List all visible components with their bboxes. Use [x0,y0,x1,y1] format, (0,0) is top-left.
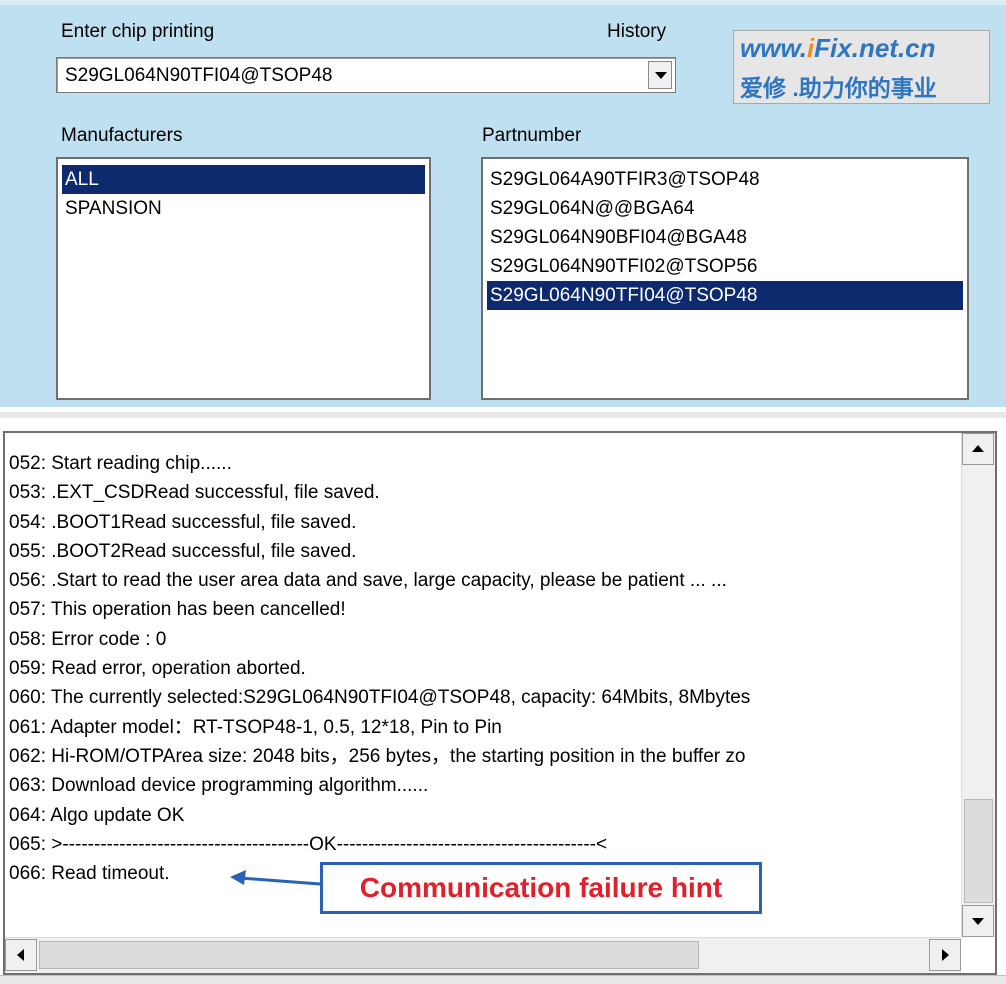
callout-text: Communication failure hint [359,872,723,903]
horizontal-scroll-thumb[interactable] [39,941,699,969]
chip-printing-combobox[interactable]: S29GL064N90TFI04@TSOP48 [56,57,676,93]
log-lines: 052: Start reading chip...... 053: .EXT_C… [9,449,962,888]
scroll-down-icon [972,918,984,925]
logo-url: www.iFix.net.cn [740,33,936,63]
partnumber-item[interactable]: S29GL064A90TFIR3@TSOP48 [487,165,963,194]
partnumber-item[interactable]: S29GL064N90BFI04@BGA48 [487,223,963,252]
log-line: 061: Adapter model：RT-TSOP48-1, 0.5, 12*… [9,716,502,738]
logo-tagline: 爱修 .助力你的事业 [740,75,937,101]
log-line: 058: Error code : 0 [9,628,167,650]
log-line: 052: Start reading chip...... [9,453,232,474]
scroll-up-icon [972,445,984,452]
chip-selection-panel: Enter chip printing History S29GL064N90T… [0,0,1006,407]
log-line: 057: This operation has been cancelled! [9,599,346,621]
log-line: 055: .BOOT2Read successful, file saved. [9,540,357,562]
scroll-left-button[interactable] [5,939,37,971]
panel-top-border [0,0,1006,5]
log-line: 063: Download device programming algorit… [9,775,429,797]
partnumber-item[interactable]: S29GL064N90TFI04@TSOP48 [487,281,963,310]
history-dropdown-button[interactable] [648,61,672,89]
partnumber-listbox[interactable]: S29GL064A90TFIR3@TSOP48 S29GL064N@@BGA64 S… [481,157,969,400]
ifix-logo-button[interactable]: www.iFix.net.cn 爱修 .助力你的事业 [733,30,990,104]
partnumber-item[interactable]: S29GL064N@@BGA64 [487,194,963,223]
communication-failure-callout: Communication failure hint [320,862,762,914]
scroll-up-button[interactable] [962,433,994,465]
manufacturers-listbox[interactable]: ALL SPANSION [56,157,431,400]
log-line: 060: The currently selected:S29GL064N90T… [9,687,751,709]
manufacturer-item[interactable]: ALL [62,165,425,194]
log-line: 064: Algo update OK [9,804,185,826]
manufacturer-item[interactable]: SPANSION [62,194,425,223]
scroll-left-icon [17,949,24,961]
log-line: 053: .EXT_CSDRead successful, file saved… [9,482,380,504]
annotation-arrow-icon [230,870,321,886]
dropdown-arrow-icon [655,72,667,79]
log-line: 056: .Start to read the user area data a… [9,570,727,592]
vertical-scroll-thumb[interactable] [964,799,993,903]
log-line: 059: Read error, operation aborted. [9,658,306,680]
scroll-right-icon [942,949,949,961]
log-vertical-scrollbar[interactable] [961,433,995,937]
panel-separator [0,412,1006,418]
history-label: History [607,21,667,42]
scroll-right-button[interactable] [929,939,961,971]
manufacturers-label: Manufacturers [61,125,183,146]
partnumber-item[interactable]: S29GL064N90TFI02@TSOP56 [487,252,963,281]
enter-chip-label: Enter chip printing [61,21,215,42]
partnumber-label: Partnumber [482,125,582,146]
log-line: 054: .BOOT1Read successful, file saved. [9,511,357,533]
log-line: 062: Hi-ROM/OTPArea size: 2048 bits，256 … [9,745,746,767]
chip-printing-value[interactable]: S29GL064N90TFI04@TSOP48 [65,65,332,87]
scroll-down-button[interactable] [962,905,994,937]
log-line: 065: >----------------------------------… [9,833,608,855]
log-horizontal-scrollbar[interactable] [5,937,961,973]
status-strip [0,975,1006,984]
